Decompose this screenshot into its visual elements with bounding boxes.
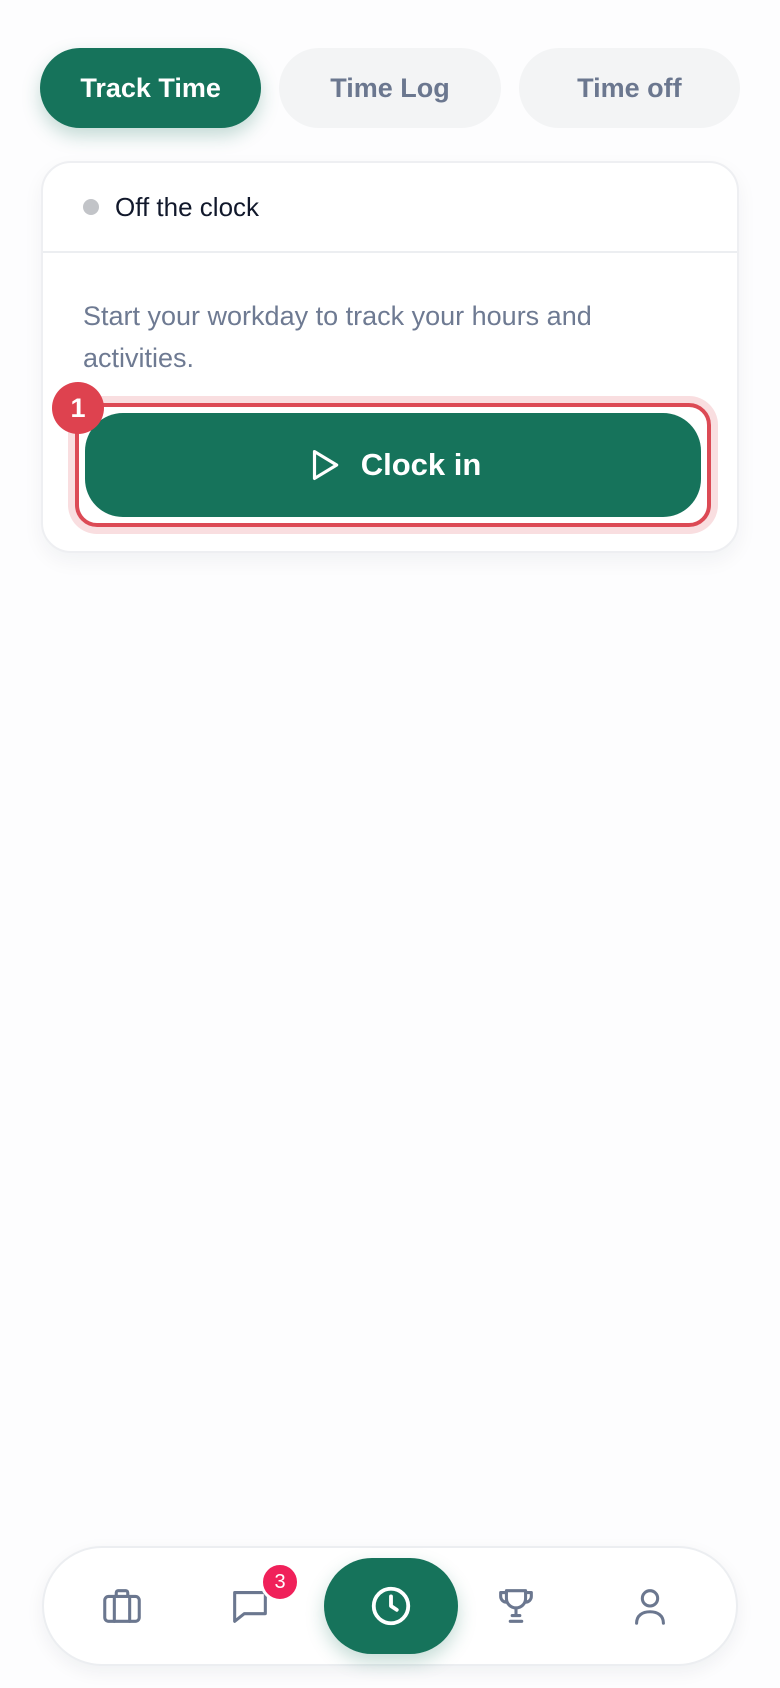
message-badge: 3 — [260, 1562, 300, 1602]
status-row: Off the clock — [43, 163, 737, 253]
tab-bar: Track Time Time Log Time off — [40, 48, 740, 128]
tab-time-off[interactable]: Time off — [518, 48, 740, 128]
tab-track-time[interactable]: Track Time — [40, 48, 262, 128]
nav-achievements[interactable] — [488, 1578, 544, 1634]
briefcase-icon — [103, 1589, 141, 1623]
nav-messages[interactable]: 3 — [222, 1562, 300, 1634]
clock-in-highlight: Clock in — [75, 403, 711, 527]
bottom-nav: 3 — [42, 1546, 738, 1666]
clock-in-button[interactable]: Clock in — [85, 413, 701, 517]
status-dot — [83, 199, 99, 215]
card-description: Start your workday to track your hours a… — [83, 301, 592, 373]
nav-profile[interactable] — [622, 1578, 678, 1634]
clock-in-label: Clock in — [360, 447, 482, 482]
trophy-icon — [499, 1589, 533, 1623]
tab-time-log[interactable]: Time Log — [279, 48, 501, 128]
user-icon — [635, 1589, 665, 1625]
nav-clock[interactable] — [324, 1558, 458, 1654]
time-tracking-screen: Track Time Time Log Time off Off the clo… — [0, 0, 780, 1688]
nav-jobs[interactable] — [94, 1578, 150, 1634]
play-icon — [305, 446, 343, 484]
annotation-marker: 1 — [52, 382, 104, 434]
status-label: Off the clock — [115, 191, 260, 222]
clock-icon — [371, 1586, 411, 1626]
clock-card: Off the clock Start your workday to trac… — [41, 161, 739, 553]
